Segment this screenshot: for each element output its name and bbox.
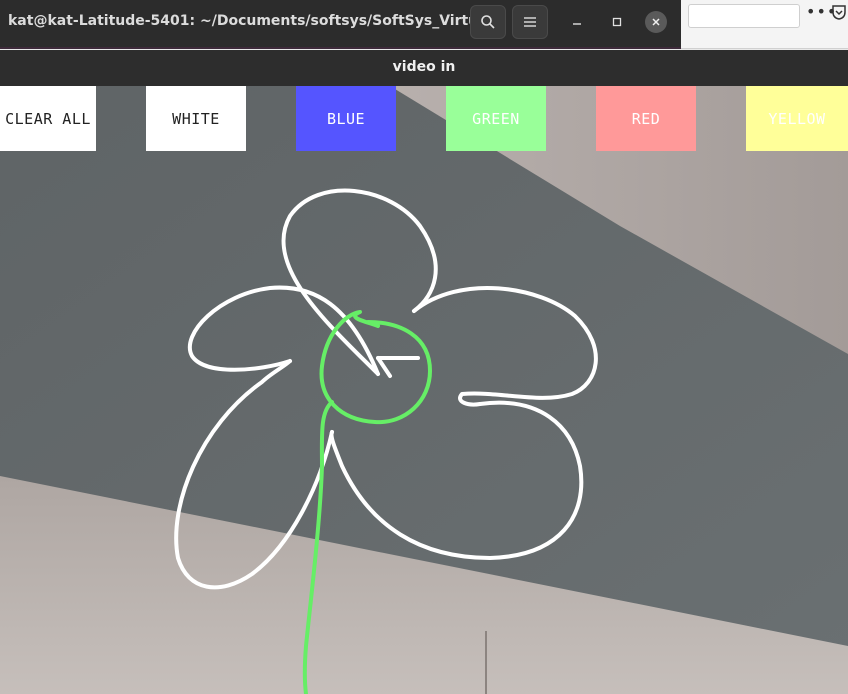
white-label: WHITE	[172, 109, 220, 128]
blue-label: BLUE	[326, 109, 366, 128]
blue-color-button[interactable]: BLUE	[296, 86, 396, 151]
video-frame	[0, 86, 848, 694]
green-label: GREEN	[472, 109, 520, 128]
pocket-icon[interactable]	[832, 4, 846, 20]
red-color-button[interactable]: RED	[596, 86, 696, 151]
green-color-button[interactable]: GREEN	[446, 86, 546, 151]
terminal-headerbar: kat@kat-Latitude-5401: ~/Documents/softs…	[0, 0, 681, 49]
video-window-titlebar: video in	[0, 50, 848, 86]
background-browser-toolbar: •••	[680, 0, 848, 49]
close-icon	[652, 18, 660, 26]
yellow-label: YELLOW	[768, 109, 826, 128]
close-button[interactable]	[645, 11, 667, 33]
maximize-icon	[612, 17, 622, 27]
red-label: RED	[631, 109, 661, 128]
terminal-menu-button[interactable]	[512, 5, 548, 39]
hamburger-menu-icon	[524, 17, 536, 27]
white-color-button[interactable]: WHITE	[146, 86, 246, 151]
minimize-icon	[573, 23, 581, 25]
video-window-title: video in	[392, 59, 456, 75]
terminal-search-button[interactable]	[470, 5, 506, 39]
clear-all-label: CLEAR ALL	[5, 109, 91, 128]
video-feed[interactable]: CLEAR ALL WHITE BLUE GREEN RED YELLOW	[0, 86, 848, 694]
search-icon	[481, 15, 495, 29]
minimize-button[interactable]	[566, 11, 588, 33]
browser-address-bar[interactable]	[688, 4, 800, 28]
clear-all-button[interactable]: CLEAR ALL	[0, 86, 96, 151]
maximize-button[interactable]	[606, 11, 628, 33]
yellow-color-button[interactable]: YELLOW	[746, 86, 848, 151]
terminal-window-title: kat@kat-Latitude-5401: ~/Documents/softs…	[8, 13, 493, 29]
